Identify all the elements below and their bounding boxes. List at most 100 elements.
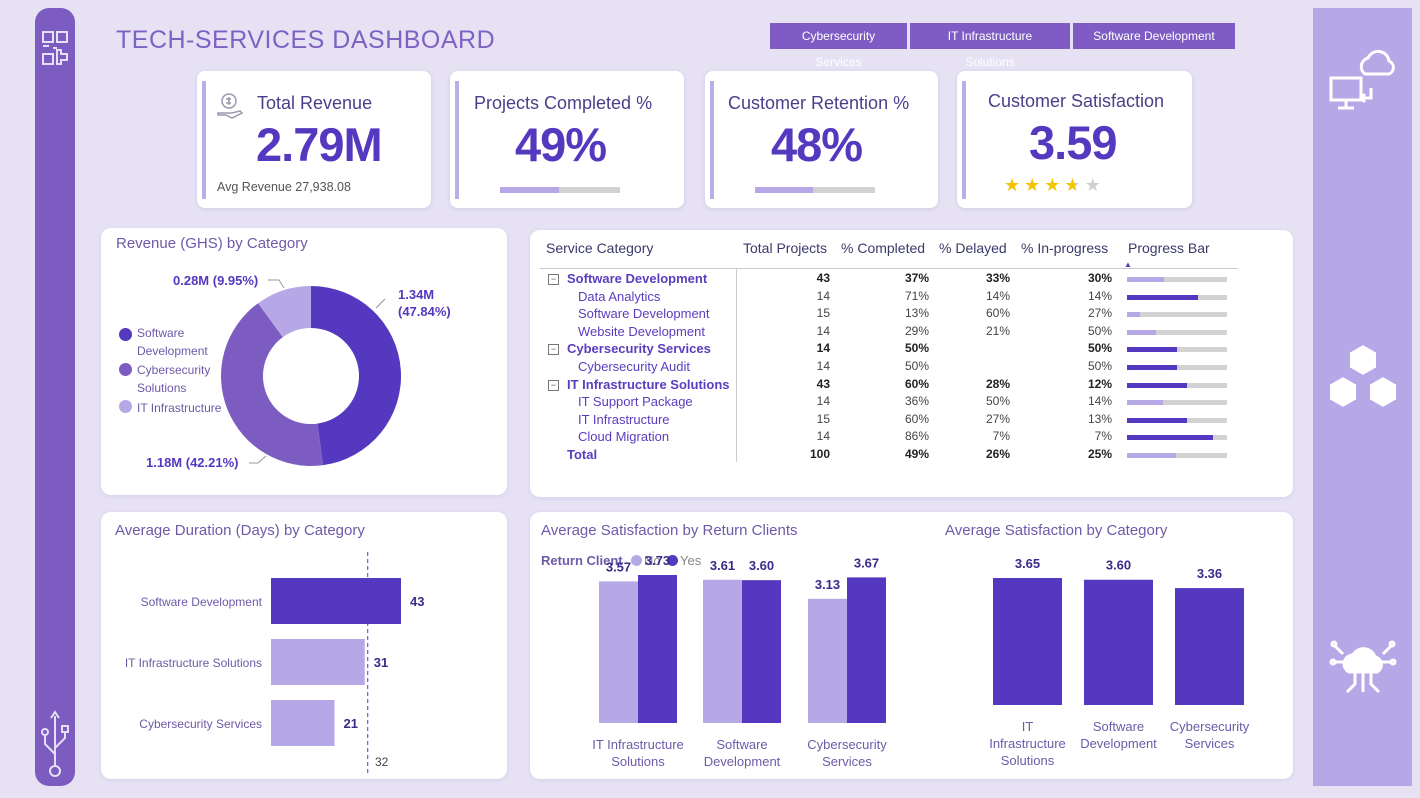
return-client-bar[interactable] (742, 580, 781, 723)
money-hand-icon (217, 93, 244, 119)
kpi-projects-completed: Projects Completed % 49% (450, 71, 684, 208)
average-line-label: 32 (375, 755, 389, 769)
duration-bar[interactable] (271, 700, 335, 746)
bar-value-label: 3.67 (854, 555, 879, 570)
col-header-in-progress[interactable]: % In-progress (1021, 240, 1108, 256)
return-client-bar[interactable] (808, 598, 847, 723)
row-progress-bar (1127, 400, 1227, 406)
return-client-bar[interactable] (847, 577, 886, 723)
row-total-projects: 14 (816, 341, 830, 356)
table-row[interactable]: Website Development 14 29% 21% 50% (540, 324, 1240, 341)
right-rail (1313, 8, 1412, 786)
collapse-icon[interactable]: − (548, 274, 559, 285)
row-service-name: Software Development (567, 271, 708, 286)
row-in-progress: 50% (1087, 359, 1112, 373)
row-total-projects: 43 (816, 376, 830, 391)
table-row[interactable]: Cybersecurity Audit 14 50% 50% (540, 359, 1240, 376)
tab-cybersecurity[interactable]: Cybersecurity Services (770, 23, 907, 69)
category-axis-label: Software (1093, 719, 1144, 734)
row-in-progress: 50% (1087, 323, 1112, 338)
row-progress-bar (1127, 312, 1227, 318)
bar-value-label: 3.60 (749, 558, 774, 573)
row-delayed: 21% (985, 323, 1010, 338)
legend-cybersecurity: Cybersecurity Solutions (137, 363, 211, 395)
kpi-label: Customer Satisfaction (988, 91, 1165, 111)
table-row[interactable]: Data Analytics 14 71% 14% 14% (540, 289, 1240, 306)
row-delayed: 27% (985, 411, 1010, 426)
table-row[interactable]: − Cybersecurity Services 14 50% 50% (540, 341, 1240, 358)
category-satisfaction-bar[interactable] (1084, 579, 1153, 705)
row-total-projects: 14 (816, 323, 830, 338)
col-header-total-projects[interactable]: Total Projects (743, 240, 827, 256)
row-progress-bar (1127, 365, 1227, 370)
duration-bar[interactable] (271, 639, 365, 685)
row-total-projects: 100 (809, 447, 830, 461)
table-row[interactable]: − IT Infrastructure Solutions 43 60% 28% 12% (540, 377, 1240, 394)
row-in-progress: 27% (1087, 306, 1112, 321)
return-client-bar[interactable] (638, 575, 677, 723)
col-header-completed[interactable]: % Completed (841, 240, 925, 256)
kpi-customer-retention: Customer Retention % 48% (705, 71, 938, 208)
table-row[interactable]: Software Development 15 13% 60% 27% (540, 306, 1240, 323)
progress-fill (1127, 329, 1156, 335)
row-service-name: Website Development (578, 323, 705, 339)
row-delayed: 50% (985, 394, 1010, 409)
table-row[interactable]: IT Infrastructure 15 60% 27% 13% (540, 412, 1240, 429)
table-row[interactable]: IT Support Package 14 36% 50% 14% (540, 394, 1240, 411)
row-completed: 71% (904, 288, 929, 303)
collapse-icon[interactable]: − (548, 344, 559, 356)
avg-duration-bar-chart: Software Development 43 IT Infrastructure … (125, 552, 424, 774)
revenue-donut-chart (220, 286, 402, 466)
row-total-projects: 14 (816, 394, 830, 409)
return-client-bar[interactable] (599, 581, 638, 723)
collapse-icon[interactable]: − (548, 379, 559, 391)
satisfaction-bar-charts: 3.57 3.73 IT Infrastructure Solutions 3.61 3.… (592, 553, 1249, 769)
duration-bar[interactable] (271, 578, 401, 624)
category-axis-label: Development (704, 754, 781, 769)
col-header-delayed[interactable]: % Delayed (939, 240, 1007, 256)
duration-value-label: 43 (410, 594, 424, 609)
row-progress-bar (1127, 382, 1227, 388)
progress-fill (1127, 294, 1198, 300)
category-axis-label: IT (1022, 719, 1034, 734)
bar-value-label: 3.13 (815, 577, 840, 592)
bar-value-label: 3.36 (1197, 566, 1222, 581)
row-total-projects: 15 (816, 306, 830, 321)
return-client-bar[interactable] (703, 579, 742, 723)
cloud-network-icon (1329, 640, 1397, 694)
star-icon: ★ (1084, 175, 1105, 195)
tab-it-infrastructure[interactable]: IT Infrastructure Solutions (910, 23, 1070, 69)
row-service-name: IT Infrastructure (578, 411, 670, 427)
header-divider (540, 268, 1238, 269)
progress-fill (500, 187, 559, 193)
donut-label-software: 1.34M (398, 287, 435, 302)
donut-label-software-pct: (47.84%) (398, 304, 451, 319)
progress-fill (755, 187, 813, 193)
star-icon: ★ (1004, 175, 1025, 195)
category-axis-label: Cybersecurity (807, 737, 887, 752)
table-row[interactable]: Cloud Migration 14 86% 7% 7% (540, 429, 1240, 446)
kpi-accent (710, 81, 714, 199)
donut-label-cybersecurity: 1.18M (42.21%) (146, 455, 239, 470)
row-progress-bar (1127, 453, 1227, 458)
table-row[interactable]: − Software Development 43 37% 33% 30% (540, 271, 1240, 288)
progress-fill (1127, 435, 1213, 441)
col-header-progress-bar[interactable]: Progress Bar (1128, 240, 1210, 256)
category-satisfaction-bar[interactable] (993, 578, 1062, 705)
col-header-service-category[interactable]: Service Category (546, 240, 653, 256)
tab-software-development[interactable]: Software Development (1073, 23, 1235, 49)
row-service-name: Data Analytics (578, 288, 661, 304)
star-icon: ★ (1024, 175, 1045, 195)
row-completed: 29% (904, 323, 929, 338)
legend-dot (119, 363, 132, 376)
legend-software-development: Software Development (137, 326, 208, 358)
row-in-progress: 30% (1087, 271, 1112, 285)
table-row[interactable]: Total 100 49% 26% 25% (540, 447, 1240, 464)
category-satisfaction-bar[interactable] (1175, 588, 1244, 705)
row-completed: 60% (904, 376, 929, 391)
kpi-progress-bar (755, 187, 875, 193)
row-delayed: 7% (992, 429, 1010, 444)
category-axis-label: Solutions (1001, 753, 1055, 768)
donut-slice[interactable] (311, 286, 402, 466)
star-rating: ★★★★★ (1004, 175, 1105, 196)
